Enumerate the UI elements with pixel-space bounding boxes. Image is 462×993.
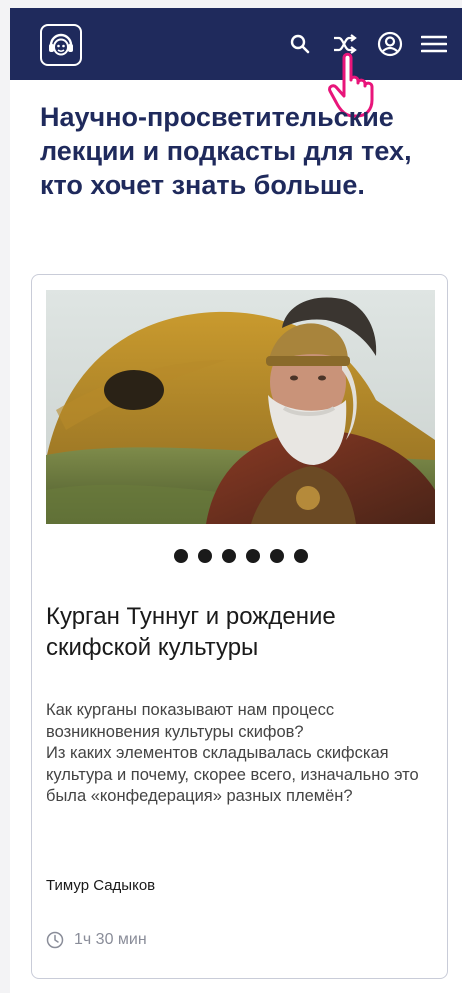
lecture-card[interactable]: Курган Туннуг и рождение скифской культу… <box>31 274 448 979</box>
description-paragraph: Как курганы показывают нам процесс возни… <box>46 701 335 741</box>
monkey-headphones-icon <box>49 33 73 56</box>
slider-dot[interactable] <box>197 549 212 563</box>
slider-dot[interactable] <box>269 549 284 563</box>
slider-dot[interactable] <box>293 549 308 563</box>
lecture-cover-image[interactable] <box>46 290 435 524</box>
slider-dot[interactable] <box>245 549 260 563</box>
shuffle-icon[interactable] <box>331 30 359 58</box>
lecture-duration: 1ч 30 мин <box>46 931 147 949</box>
image-warrior-kurgan <box>46 290 435 524</box>
clock-icon <box>46 931 64 949</box>
description-paragraph: Из каких элементов складывалась скифская… <box>46 744 419 805</box>
user-icon[interactable] <box>376 30 404 58</box>
slider-dot[interactable] <box>221 549 236 563</box>
search-icon[interactable] <box>286 30 314 58</box>
slider-dots <box>32 549 449 563</box>
duration-text: 1ч 30 мин <box>74 931 147 948</box>
slider-dot[interactable] <box>173 549 188 563</box>
lecture-author[interactable]: Тимур Садыков <box>46 877 155 894</box>
menu-icon[interactable] <box>420 30 448 58</box>
lecture-title[interactable]: Курган Туннуг и рождение скифской культу… <box>46 601 436 663</box>
top-bar <box>10 8 462 80</box>
logo[interactable] <box>40 24 82 66</box>
page-title: Научно-просветительские лекции и подкаст… <box>40 102 412 200</box>
lecture-description: Как курганы показывают нам процесс возни… <box>46 700 438 808</box>
page: Научно-просветительские лекции и подкаст… <box>10 8 462 993</box>
